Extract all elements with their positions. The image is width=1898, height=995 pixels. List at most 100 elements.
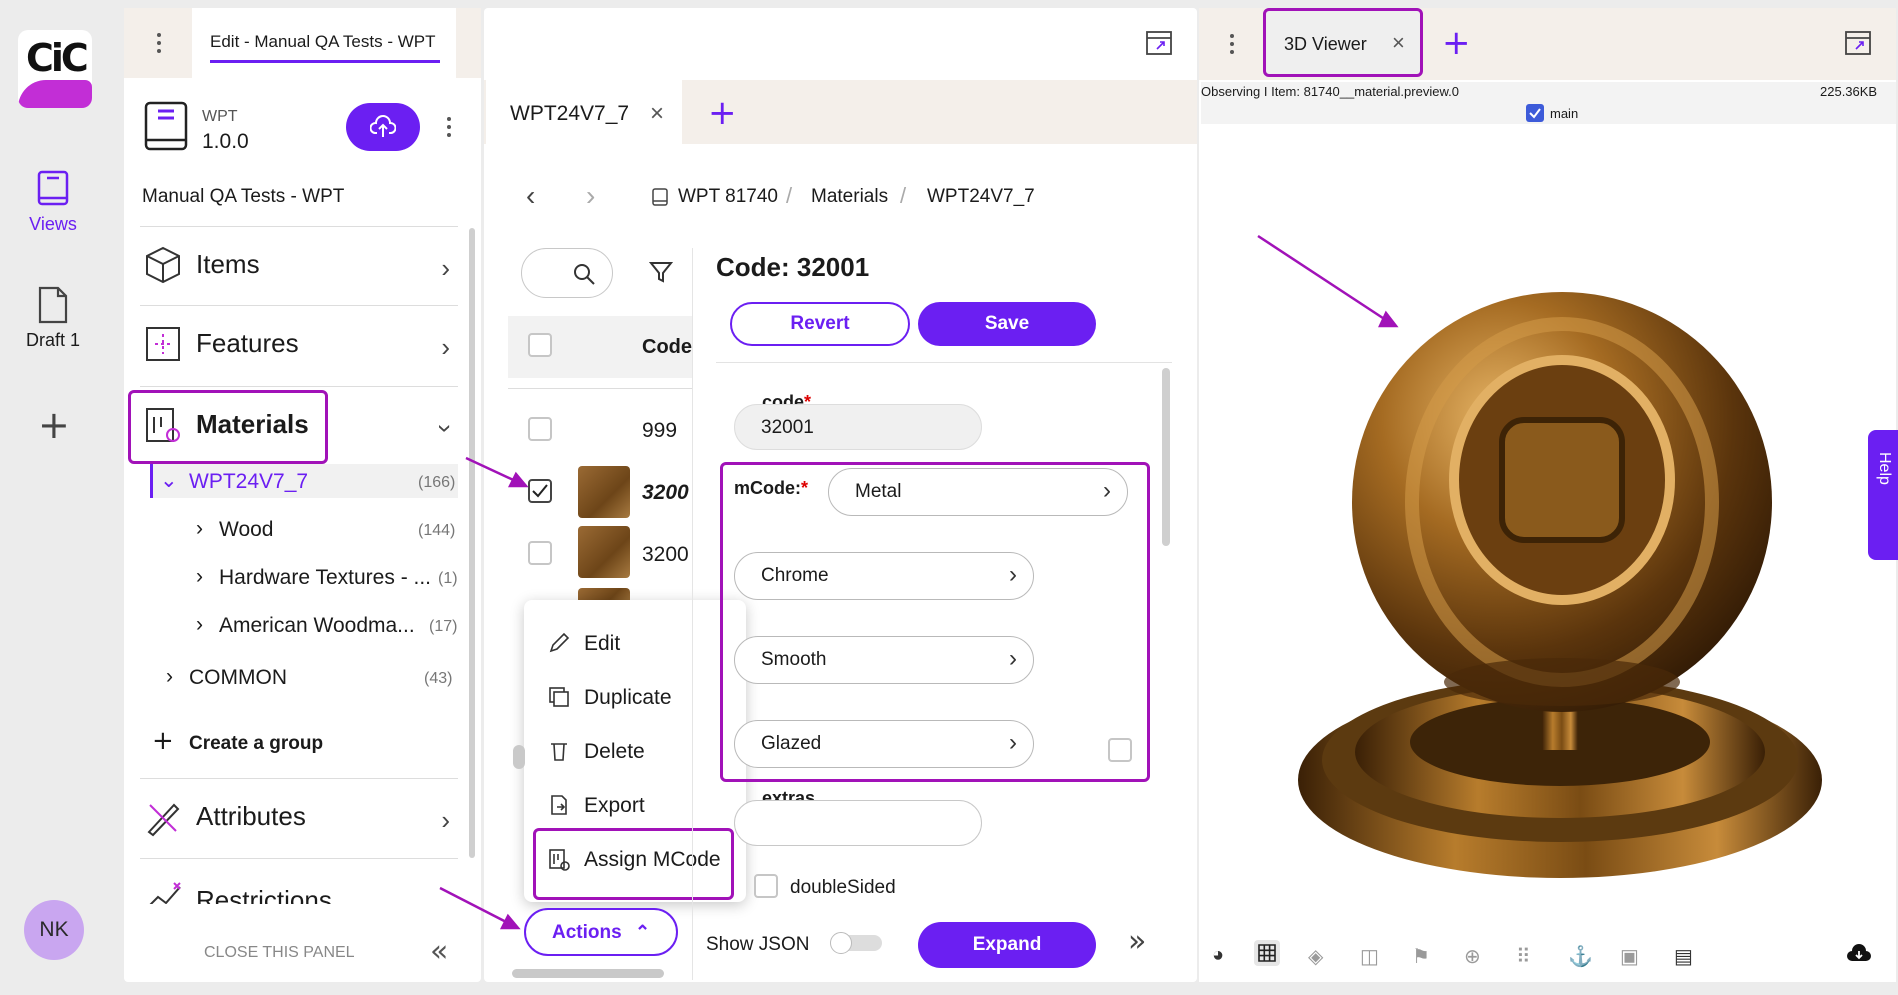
- back-arrow-icon[interactable]: ‹: [526, 180, 535, 212]
- publish-button[interactable]: [346, 103, 420, 151]
- revert-button[interactable]: Revert: [730, 302, 910, 346]
- chevron-down-icon: ›: [431, 424, 462, 433]
- mcode-highlight-box: [720, 462, 1150, 782]
- close-tab-icon[interactable]: ×: [650, 100, 664, 128]
- toggle-knob: [830, 932, 852, 954]
- list-horizontal-scrollbar[interactable]: [512, 969, 664, 978]
- double-sided-checkbox[interactable]: [754, 874, 778, 898]
- tree-item-wpt24v7[interactable]: WPT24V7_7: [189, 470, 308, 494]
- rail-views[interactable]: Views: [0, 170, 106, 235]
- table-header: Code: [508, 316, 692, 378]
- row-checkbox-checked[interactable]: [528, 479, 552, 503]
- viewer-menu-icon[interactable]: [1230, 34, 1234, 58]
- maximize-window-icon[interactable]: [1844, 30, 1872, 56]
- menu-export-label: Export: [584, 794, 645, 817]
- breadcrumb-catalog[interactable]: WPT 81740: [678, 186, 778, 208]
- export-icon: [551, 795, 567, 815]
- expand-double-chevron-icon[interactable]: »: [1128, 924, 1146, 959]
- catalog-menu-icon[interactable]: [447, 117, 451, 141]
- collapse-double-chevron-icon[interactable]: «: [430, 934, 448, 969]
- breadcrumb-materials[interactable]: Materials: [811, 186, 888, 208]
- maximize-window-icon[interactable]: [1145, 30, 1173, 56]
- nav-restrictions-label: Restrictions: [196, 885, 332, 904]
- row-divider: [508, 388, 692, 389]
- help-tab[interactable]: Help: [1868, 430, 1898, 560]
- show-json-toggle[interactable]: [830, 932, 882, 954]
- tree-chevron-right-icon[interactable]: ›: [196, 517, 203, 541]
- save-button[interactable]: Save: [918, 302, 1096, 346]
- forward-arrow-icon[interactable]: ›: [586, 180, 595, 212]
- table-row[interactable]: 3200: [508, 462, 692, 522]
- anchor-icon[interactable]: ⚓: [1568, 944, 1593, 969]
- grid-glyph: [1258, 944, 1276, 962]
- plus-icon: +: [152, 726, 174, 756]
- breadcrumb-current: WPT24V7_7: [927, 186, 1035, 207]
- filter-icon[interactable]: [649, 260, 673, 284]
- tree-chevron-right-icon[interactable]: ›: [166, 665, 173, 689]
- dots-grid-icon[interactable]: ⠿: [1516, 944, 1531, 969]
- catalog-name: Manual QA Tests - WPT: [142, 186, 345, 207]
- tab-wpt24v7[interactable]: WPT24V7_7 ×: [486, 80, 682, 144]
- form-divider: [716, 362, 1172, 363]
- select-all-checkbox[interactable]: [528, 333, 552, 357]
- box-icon[interactable]: ◫: [1360, 944, 1379, 969]
- row-checkbox[interactable]: [528, 541, 552, 565]
- cloud-download-icon[interactable]: [1846, 944, 1872, 964]
- grid-icon[interactable]: [1254, 940, 1280, 966]
- selection-bar: [150, 464, 153, 498]
- create-group-button[interactable]: Create a group: [189, 733, 323, 755]
- left-panel-scrollbar[interactable]: [469, 228, 475, 858]
- close-panel-button[interactable]: CLOSE THIS PANEL: [204, 944, 355, 962]
- layer-main-checkbox[interactable]: [1526, 104, 1544, 122]
- chevron-right-icon: ›: [441, 253, 450, 283]
- tree-item-common[interactable]: COMMON: [189, 666, 287, 690]
- search-input[interactable]: [521, 248, 613, 298]
- left-panel-menu-icon[interactable]: [157, 33, 161, 57]
- rail-draft[interactable]: Draft 1: [0, 286, 106, 351]
- column-header-code[interactable]: Code: [642, 336, 692, 359]
- tab-edit-catalog[interactable]: Edit - Manual QA Tests - WPT: [192, 8, 456, 78]
- form-scrollbar[interactable]: [1162, 368, 1170, 546]
- tree-chevron-right-icon[interactable]: ›: [196, 613, 203, 637]
- code-input[interactable]: 32001: [734, 404, 982, 450]
- user-avatar[interactable]: NK: [24, 900, 84, 960]
- flag-icon[interactable]: ⚑: [1412, 944, 1430, 969]
- tree-item-hardware-textures[interactable]: Hardware Textures - ...: [219, 566, 431, 590]
- table-row[interactable]: 3200: [508, 524, 692, 584]
- expand-button[interactable]: Expand: [918, 922, 1096, 968]
- extras-input[interactable]: [734, 800, 982, 846]
- viewer-tab-highlight-box: [1263, 8, 1423, 77]
- add-tab-icon[interactable]: +: [708, 96, 737, 130]
- tree-item-american-woodmark[interactable]: American Woodma...: [219, 614, 415, 638]
- material-thumbnail: [578, 466, 630, 518]
- chevron-right-icon: ›: [441, 332, 450, 362]
- material-preview-model[interactable]: [1290, 280, 1830, 900]
- compass-icon[interactable]: ◈: [1308, 944, 1323, 969]
- add-view-icon[interactable]: +: [38, 406, 70, 444]
- trash-icon: [551, 743, 567, 761]
- tree-item-wood[interactable]: Wood: [219, 518, 273, 542]
- table-row[interactable]: 999: [508, 400, 692, 460]
- file-icon[interactable]: ▤: [1674, 944, 1693, 969]
- tree-chevron-down-icon[interactable]: ⌄: [160, 468, 178, 493]
- tree-chevron-right-icon[interactable]: ›: [196, 565, 203, 589]
- target-icon[interactable]: ⊕: [1464, 944, 1481, 969]
- cic-logo[interactable]: CiC: [18, 30, 92, 108]
- nav-items-label: Items: [196, 249, 260, 279]
- actions-label: Actions: [551, 922, 622, 943]
- nav-features[interactable]: Features ›: [140, 305, 458, 383]
- breadcrumb-separator: /: [900, 183, 907, 208]
- actions-button[interactable]: Actions ⌃: [524, 908, 678, 956]
- features-icon: [146, 327, 180, 361]
- tree-count: (166): [418, 474, 456, 491]
- add-tab-icon[interactable]: +: [1442, 26, 1471, 60]
- nav-restrictions[interactable]: Restrictions: [140, 858, 458, 904]
- logo-text: CiC: [26, 36, 89, 80]
- image-icon[interactable]: ▣: [1620, 944, 1639, 969]
- nav-items[interactable]: Items ›: [140, 226, 458, 304]
- list-scroll-handle[interactable]: [513, 745, 525, 769]
- nav-attributes[interactable]: Attributes ›: [140, 778, 458, 856]
- menu-duplicate-label: Duplicate: [584, 686, 672, 709]
- palette-icon[interactable]: ◕: [1212, 944, 1224, 967]
- row-checkbox[interactable]: [528, 417, 552, 441]
